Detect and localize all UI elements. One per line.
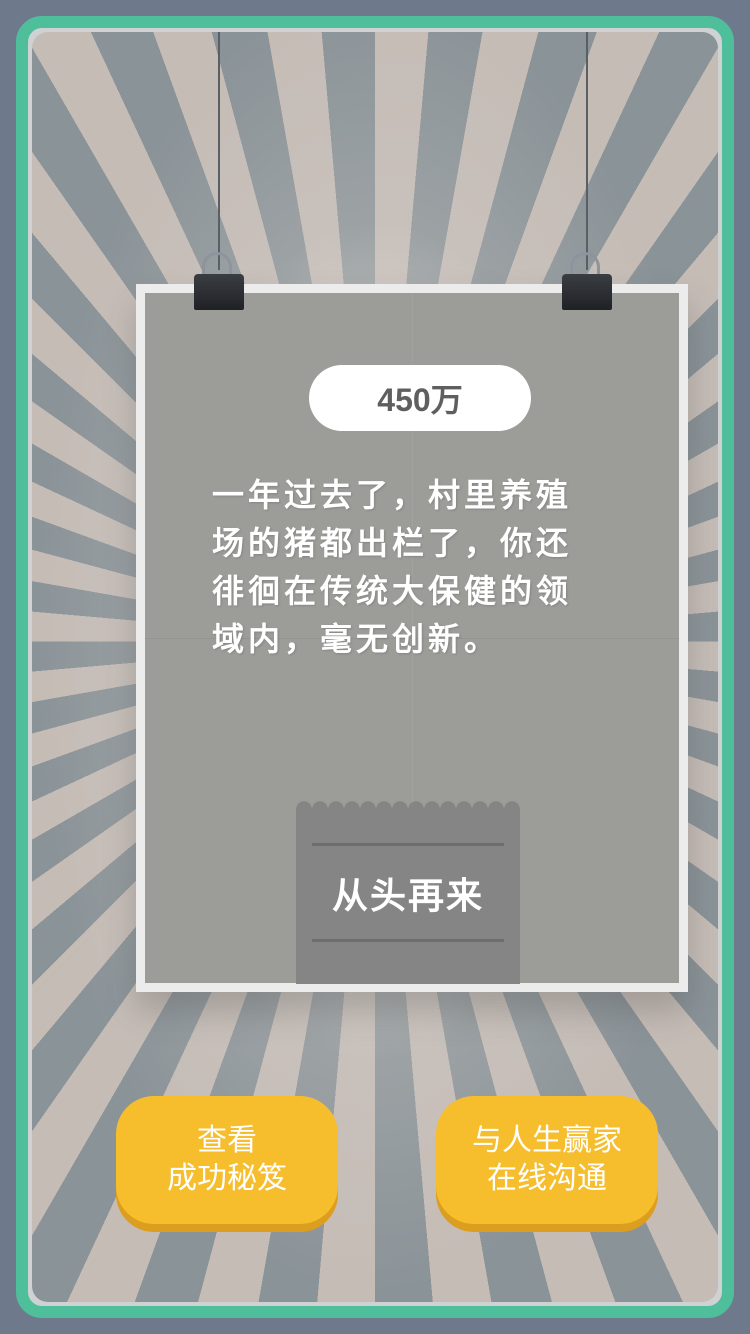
- result-poster: 450万 一年过去了，村里养殖 场的猪都出栏了，你还 徘徊在传统大保健的领 域内…: [136, 284, 688, 992]
- sunburst-background: 450万 一年过去了，村里养殖 场的猪都出栏了，你还 徘徊在传统大保健的领 域内…: [32, 32, 718, 1302]
- message-line: 域内，毫无创新。: [212, 620, 501, 658]
- binder-clip-right-icon: [562, 252, 612, 310]
- message-line: 一年过去了，村里养殖: [212, 476, 573, 514]
- message-line: 徘徊在传统大保健的领: [212, 572, 573, 610]
- chat-label-line1: 与人生赢家: [472, 1123, 622, 1158]
- binder-clip-left-icon: [194, 252, 244, 310]
- game-screen: 450万 一年过去了，村里养殖 场的猪都出栏了，你还 徘徊在传统大保健的领 域内…: [0, 0, 750, 1334]
- chat-label-line2: 在线沟通: [487, 1161, 607, 1196]
- message-line: 场的猪都出栏了，你还: [212, 524, 573, 562]
- divider: [312, 843, 504, 846]
- score-value: 450万: [377, 382, 463, 418]
- divider: [312, 939, 504, 942]
- view-tips-label-line1: 查看: [197, 1123, 257, 1158]
- result-message: 一年过去了，村里养殖 场的猪都出栏了，你还 徘徊在传统大保健的领 域内，毫无创新…: [212, 471, 632, 663]
- hanging-string-right: [586, 32, 588, 270]
- restart-button[interactable]: 从头再来: [296, 801, 520, 984]
- ticket-edge: [296, 801, 520, 817]
- chat-with-winner-button[interactable]: 与人生赢家 在线沟通: [436, 1096, 658, 1224]
- hanging-string-left: [218, 32, 220, 270]
- score-badge: 450万: [309, 365, 531, 431]
- phone-frame: 450万 一年过去了，村里养殖 场的猪都出栏了，你还 徘徊在传统大保健的领 域内…: [16, 16, 734, 1318]
- restart-label: 从头再来: [331, 876, 484, 917]
- view-tips-button[interactable]: 查看 成功秘笈: [116, 1096, 338, 1224]
- view-tips-label-line2: 成功秘笈: [167, 1161, 287, 1196]
